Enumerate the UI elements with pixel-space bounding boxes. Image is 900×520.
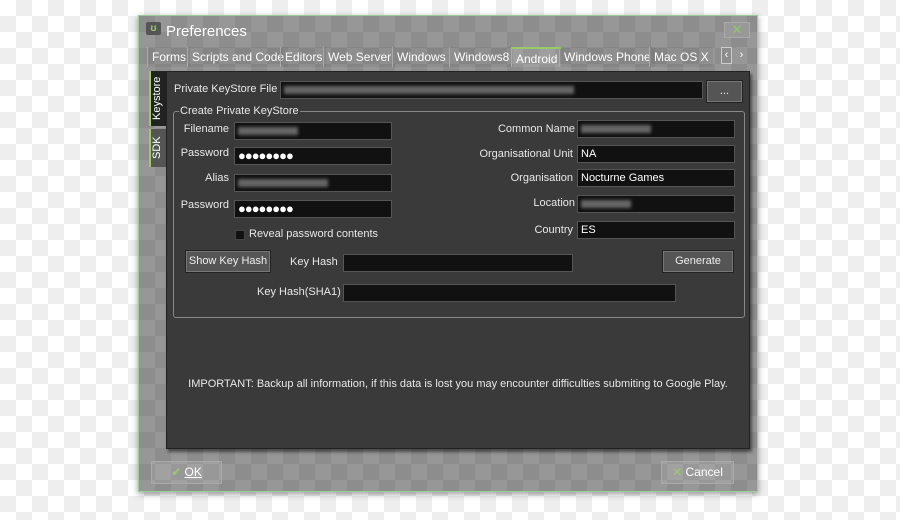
close-icon[interactable]: ✕ — [724, 22, 750, 38]
side-tab-keystore[interactable]: Keystore — [149, 71, 166, 126]
ok-button[interactable]: ✔ OK — [151, 461, 222, 484]
important-note: IMPORTANT: Backup all information, if th… — [188, 378, 728, 390]
app-logo-icon: ʊ — [146, 22, 161, 35]
show-key-hash-button[interactable]: Show Key Hash — [185, 250, 271, 273]
tab-scroll-left-icon[interactable]: ‹ — [721, 47, 732, 64]
tab-windows8[interactable]: Windows8 — [449, 47, 514, 67]
window-title: Preferences — [166, 23, 247, 40]
tab-web-server[interactable]: Web Server — [323, 47, 396, 67]
cancel-button[interactable]: ✕ Cancel — [661, 461, 734, 484]
org-unit-label: Organisational Unit — [479, 148, 573, 160]
browse-button[interactable]: ... — [706, 80, 743, 103]
tab-android[interactable]: Android — [511, 47, 562, 67]
password2-input[interactable]: ●●●●●●●● — [234, 200, 392, 218]
key-hash-input[interactable] — [343, 254, 573, 272]
key-hash-sha1-label: Key Hash(SHA1) — [257, 286, 341, 298]
check-icon: ✔ — [171, 465, 182, 479]
organisation-label: Organisation — [510, 172, 573, 184]
common-name-label: Common Name — [497, 123, 575, 135]
key-hash-label: Key Hash — [290, 256, 338, 268]
keystore-file-label: Private KeyStore File — [174, 83, 278, 95]
x-icon: ✕ — [672, 465, 683, 479]
tab-windows[interactable]: Windows — [392, 47, 450, 67]
tab-scripts-and-code[interactable]: Scripts and Code — [187, 47, 289, 67]
reveal-password-label[interactable]: Reveal password contents — [249, 228, 378, 240]
key-hash-sha1-input[interactable] — [343, 284, 676, 302]
tab-editors[interactable]: Editors — [280, 47, 327, 67]
group-title: Create Private KeyStore — [179, 105, 300, 117]
keystore-file-input[interactable] — [280, 81, 703, 99]
filename-label: Filename — [183, 123, 229, 135]
location-label: Location — [533, 197, 575, 209]
tab-windows-phone[interactable]: Windows Phone — [559, 47, 655, 67]
tab-scroll-right-icon[interactable]: › — [736, 47, 747, 64]
password-input[interactable]: ●●●●●●●● — [234, 147, 392, 165]
org-unit-input[interactable]: NA — [577, 145, 735, 163]
reveal-password-checkbox[interactable] — [235, 230, 245, 240]
tab-mac-os-x[interactable]: Mac OS X — [649, 47, 713, 67]
common-name-input[interactable] — [577, 120, 735, 138]
password-label: Password — [180, 147, 229, 159]
country-input[interactable]: ES — [577, 221, 735, 239]
generate-button[interactable]: Generate — [662, 250, 734, 273]
password2-label: Password — [180, 199, 229, 211]
organisation-input[interactable]: Nocturne Games — [577, 169, 735, 187]
location-input[interactable] — [577, 195, 735, 213]
preferences-window: ʊ Preferences ✕ Forms Scripts and Code E… — [138, 15, 758, 492]
filename-input[interactable] — [234, 122, 392, 140]
country-label: Country — [534, 224, 573, 236]
alias-input[interactable] — [234, 174, 392, 192]
alias-label: Alias — [205, 172, 229, 184]
tab-forms[interactable]: Forms — [147, 47, 190, 67]
